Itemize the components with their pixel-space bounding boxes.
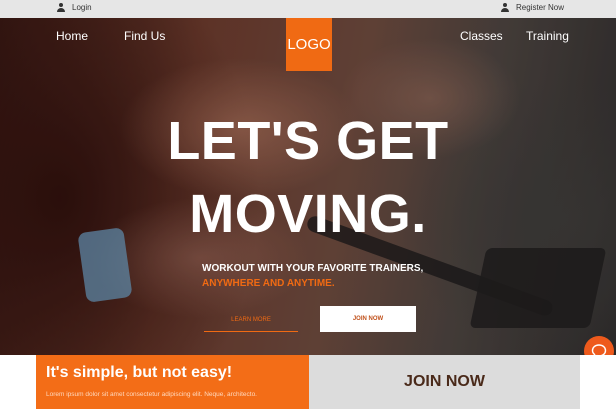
- register-link[interactable]: Register Now: [501, 3, 564, 12]
- join-now-panel[interactable]: JOIN NOW: [309, 355, 580, 409]
- nav-home[interactable]: Home: [56, 29, 88, 43]
- hero-subline1: WORKOUT WITH YOUR FAVORITE TRAINERS,: [202, 263, 424, 274]
- promo-banner: It's simple, but not easy! Lorem ipsum d…: [36, 355, 309, 409]
- user-icon: [501, 3, 509, 12]
- hero-headline-line1: LET'S GET: [167, 111, 449, 171]
- promo-title: It's simple, but not easy!: [46, 364, 233, 381]
- user-icon: [57, 3, 65, 12]
- login-label: Login: [72, 3, 92, 12]
- logo[interactable]: LOGO: [286, 18, 332, 71]
- top-bar: Login Register Now: [0, 0, 616, 18]
- register-label: Register Now: [516, 3, 565, 12]
- login-link[interactable]: Login: [57, 3, 92, 12]
- hero-section: Home Find Us Classes Training LOGO LET'S…: [0, 18, 616, 355]
- nav-find-us[interactable]: Find Us: [124, 29, 165, 43]
- chat-bubble-icon: [591, 344, 607, 355]
- hero-headline-line2: MOVING.: [189, 184, 427, 244]
- nav-training[interactable]: Training: [526, 29, 569, 43]
- nav-classes[interactable]: Classes: [460, 29, 503, 43]
- hero-subline2: ANYWHERE AND ANYTIME.: [202, 278, 335, 289]
- join-now-button[interactable]: JOIN NOW: [320, 306, 416, 332]
- learn-more-button[interactable]: LEARN MORE: [204, 308, 298, 332]
- promo-text: Lorem ipsum dolor sit amet consectetur a…: [46, 391, 257, 398]
